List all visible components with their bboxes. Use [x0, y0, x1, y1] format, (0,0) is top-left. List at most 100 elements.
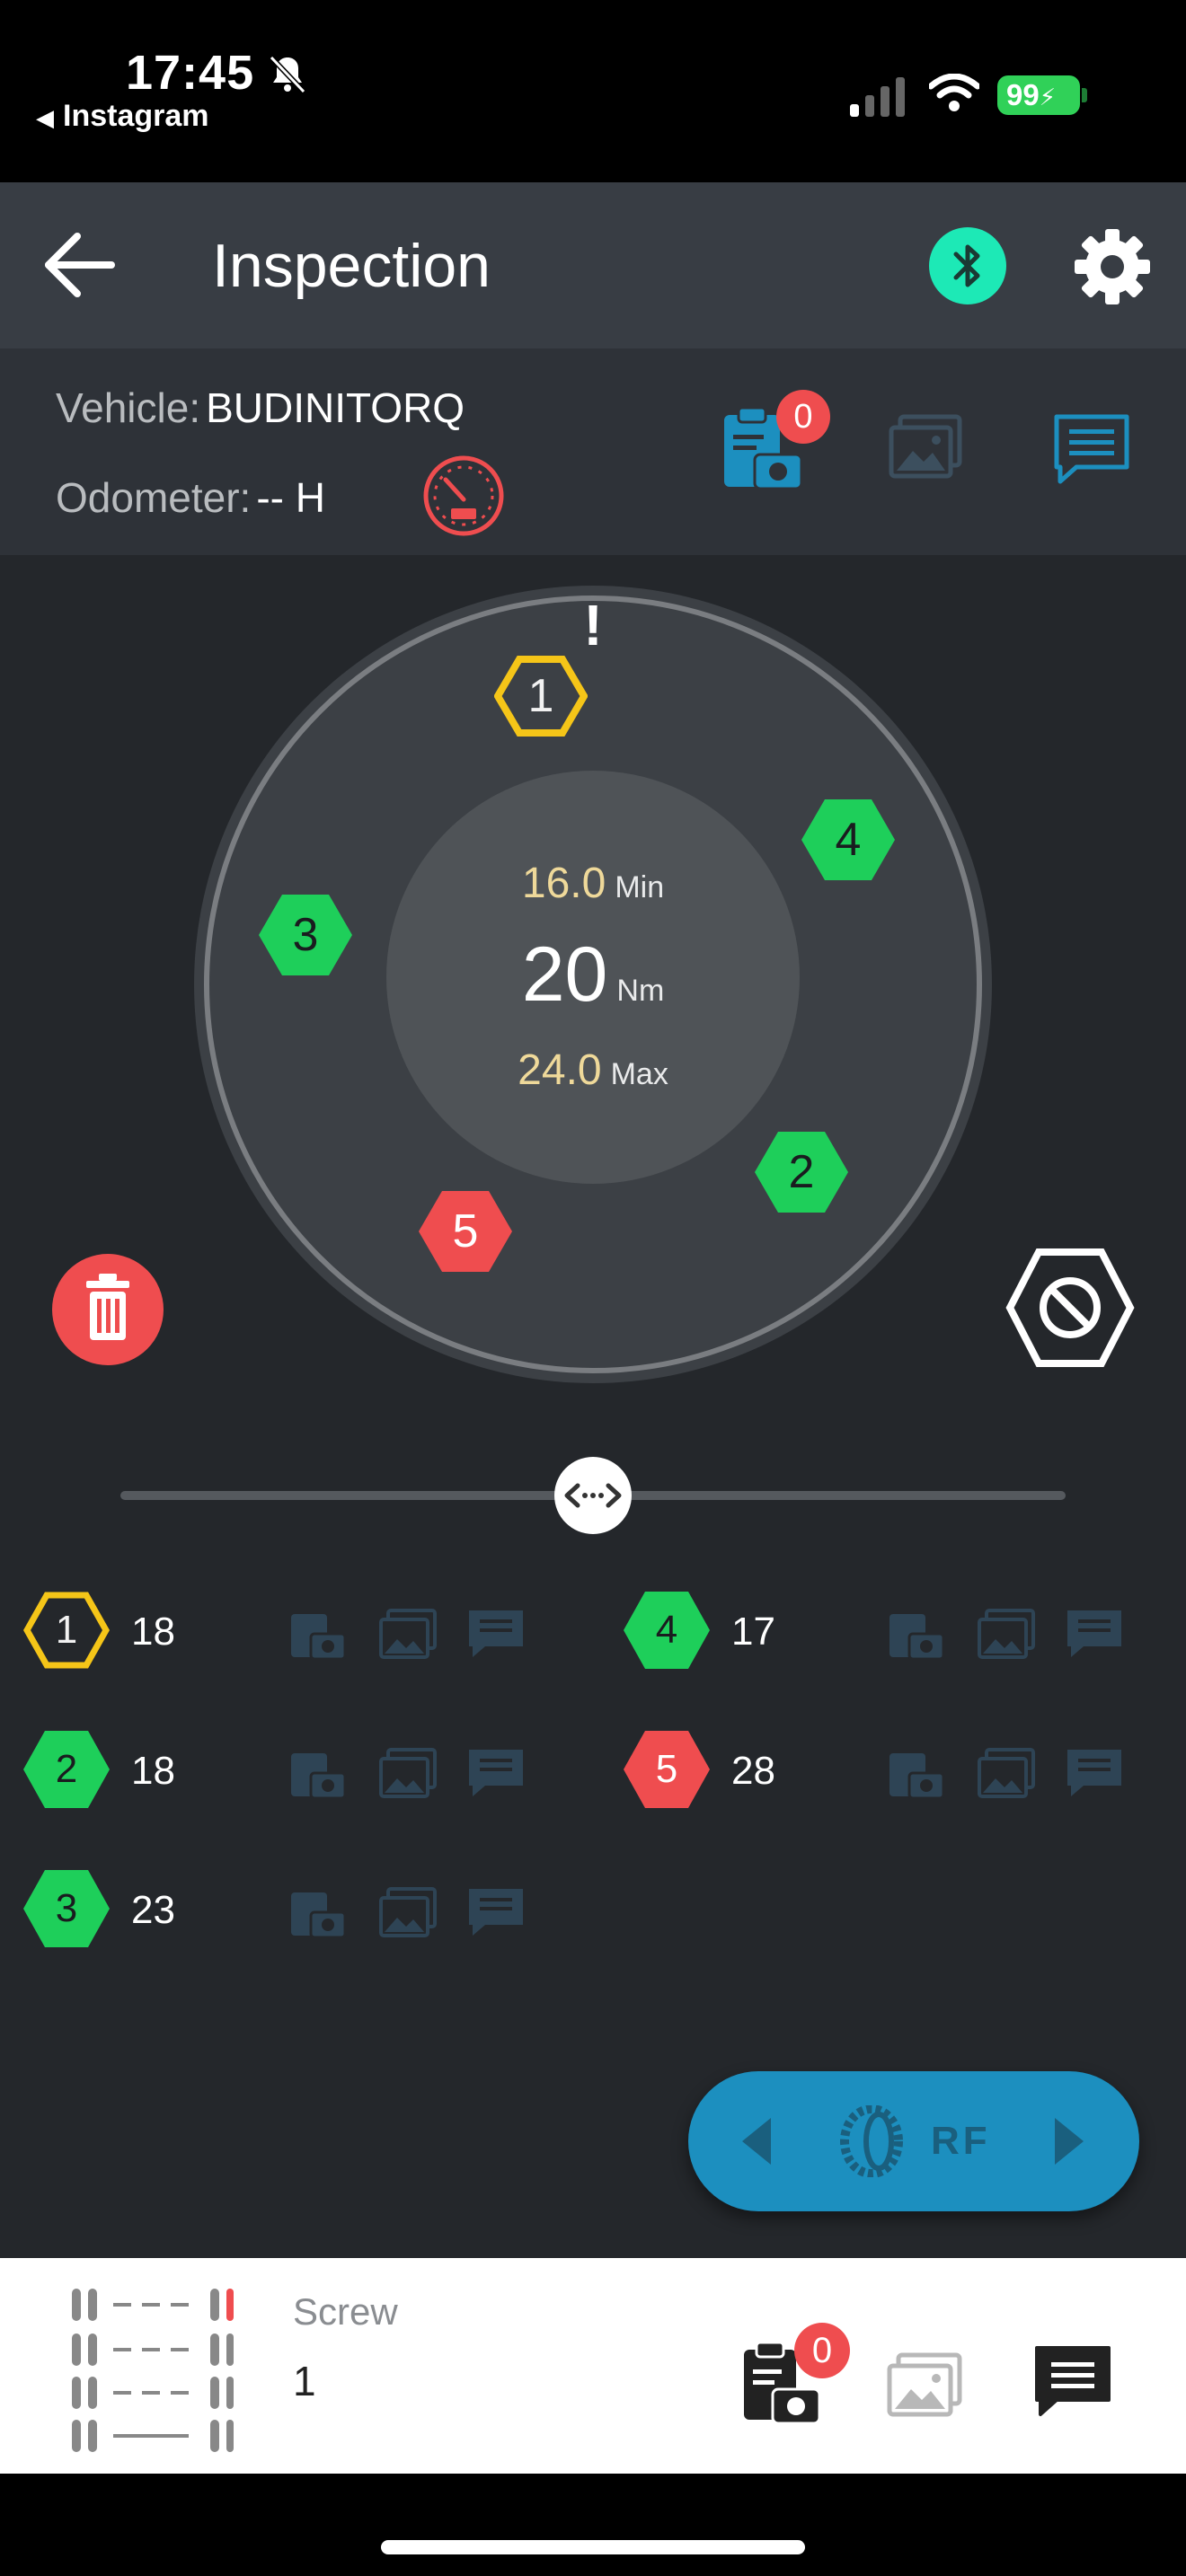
screw-hex-5: 5 — [624, 1731, 710, 1808]
selection-value: 1 — [293, 2358, 316, 2404]
bluetooth-icon — [953, 244, 980, 287]
screw-row-2[interactable]: 2 18 — [0, 1726, 575, 1816]
image-gallery-icon[interactable] — [886, 2351, 963, 2420]
min-label: Min — [615, 870, 665, 904]
screw-value-1: 18 — [131, 1610, 175, 1654]
image-gallery-icon[interactable] — [377, 1607, 438, 1661]
comment-icon[interactable] — [465, 1746, 527, 1800]
screw-label-2: 2 — [55, 1747, 78, 1791]
top-marker: ! — [583, 593, 602, 657]
nut-label-5: 5 — [452, 1205, 479, 1257]
cell-signal-icon — [850, 77, 905, 117]
page-title: Inspection — [212, 232, 491, 300]
photo-count-badge: 0 — [794, 2323, 850, 2378]
previous-wheel-button[interactable] — [739, 2116, 774, 2166]
bottom-panel: Screw 1 0 — [0, 2258, 1186, 2474]
settings-gear-icon[interactable] — [1069, 224, 1155, 310]
back-arrow-icon[interactable] — [40, 227, 122, 303]
speedometer-icon[interactable] — [420, 453, 507, 539]
wheel-nut-3[interactable]: 3 — [259, 895, 352, 975]
screw-label-4: 4 — [655, 1608, 678, 1652]
clipboard-camera-icon[interactable] — [886, 1746, 947, 1800]
vehicle-value: BUDINITORQ — [206, 384, 465, 431]
image-gallery-icon[interactable] — [976, 1607, 1037, 1661]
bell-muted-icon — [269, 55, 306, 94]
status-time: 17:45 — [126, 46, 255, 100]
clipboard-camera-icon[interactable] — [288, 1885, 349, 1939]
wheel-position-label: RF — [931, 2119, 991, 2163]
lug-pattern-icon[interactable] — [68, 2283, 234, 2454]
wheel-nut-4[interactable]: 4 — [801, 799, 895, 880]
back-app-label: Instagram — [63, 99, 209, 133]
tire-icon — [840, 2105, 903, 2177]
odometer-value: -- H — [256, 474, 325, 521]
battery-tip — [1082, 88, 1087, 102]
nut-label-4: 4 — [835, 814, 862, 866]
selection-label: Screw — [293, 2290, 398, 2333]
odometer-label: Odometer: — [56, 474, 252, 521]
wheel-nut-5[interactable]: 5 — [419, 1191, 512, 1272]
comment-icon[interactable] — [1064, 1607, 1125, 1661]
image-gallery-icon[interactable] — [976, 1746, 1037, 1800]
photo-count-badge: 0 — [776, 390, 830, 444]
vehicle-label: Vehicle: — [56, 384, 201, 431]
clipboard-camera-icon[interactable] — [886, 1607, 947, 1661]
clipboard-camera-icon[interactable] — [288, 1607, 349, 1661]
home-indicator[interactable] — [381, 2540, 805, 2554]
nut-label-2: 2 — [788, 1146, 815, 1198]
image-gallery-icon[interactable] — [377, 1885, 438, 1939]
screw-value-5: 28 — [731, 1749, 775, 1793]
screw-label-3: 3 — [55, 1886, 78, 1930]
nut-label-3: 3 — [292, 909, 319, 961]
image-gallery-icon[interactable] — [377, 1746, 438, 1800]
odometer-row: Odometer: -- H — [56, 456, 325, 539]
wheel-nut-1[interactable]: 1 — [494, 656, 588, 737]
screw-hex-3: 3 — [23, 1870, 110, 1947]
vehicle-row: Vehicle: BUDINITORQ — [56, 366, 465, 449]
bluetooth-button[interactable] — [929, 227, 1006, 304]
screw-hex-4: 4 — [624, 1592, 710, 1669]
status-bar: 17:45 ◀ Instagram 99⚡ — [0, 0, 1186, 182]
max-label: Max — [610, 1057, 668, 1091]
target-value: 20 — [521, 931, 608, 1018]
slider-handle[interactable] — [554, 1457, 632, 1534]
screw-hex-2: 2 — [23, 1731, 110, 1808]
main-content: ! 16.0 Min 20 Nm 24.0 Max 1 4 3 2 5 1 18… — [0, 555, 1186, 2258]
comment-icon[interactable] — [1031, 2342, 1114, 2420]
comment-icon[interactable] — [1064, 1746, 1125, 1800]
back-to-app-link[interactable]: ◀ Instagram — [36, 99, 209, 134]
min-row: 16.0 Min — [386, 859, 800, 908]
comment-icon[interactable] — [465, 1607, 527, 1661]
torque-readout: 16.0 Min 20 Nm 24.0 Max — [386, 771, 800, 1184]
delete-button[interactable] — [52, 1254, 164, 1365]
app-header: Inspection — [0, 182, 1186, 348]
screw-value-3: 23 — [131, 1888, 175, 1932]
screw-label-5: 5 — [655, 1747, 678, 1791]
min-value: 16.0 — [521, 860, 606, 907]
comment-icon[interactable] — [465, 1885, 527, 1939]
nut-label-1: 1 — [527, 670, 554, 722]
max-value: 24.0 — [518, 1046, 602, 1094]
screw-value-2: 18 — [131, 1749, 175, 1793]
wifi-icon — [929, 74, 979, 111]
screw-row-5[interactable]: 5 28 — [600, 1726, 1175, 1816]
wheel-position-selector: RF — [688, 2071, 1139, 2211]
wheel-nut-2[interactable]: 2 — [755, 1132, 848, 1213]
battery-level: 99 — [1006, 78, 1040, 111]
target-row: 20 Nm — [386, 931, 800, 1019]
screw-value-4: 17 — [731, 1610, 775, 1654]
home-indicator-area — [0, 2474, 1186, 2576]
next-wheel-button[interactable] — [1051, 2116, 1087, 2166]
screw-row-1[interactable]: 1 18 — [0, 1587, 575, 1677]
screw-row-4[interactable]: 4 17 — [600, 1587, 1175, 1677]
skip-nut-icon[interactable] — [1005, 1247, 1136, 1369]
image-gallery-icon[interactable] — [888, 413, 963, 481]
screw-row-3[interactable]: 3 23 — [0, 1866, 575, 1955]
target-unit: Nm — [616, 974, 665, 1008]
screw-label-1: 1 — [55, 1608, 78, 1652]
clipboard-camera-icon[interactable] — [288, 1746, 349, 1800]
trash-icon — [86, 1274, 129, 1340]
comment-icon[interactable] — [1051, 410, 1132, 485]
max-row: 24.0 Max — [386, 1045, 800, 1095]
drag-arrows-icon — [564, 1483, 622, 1508]
